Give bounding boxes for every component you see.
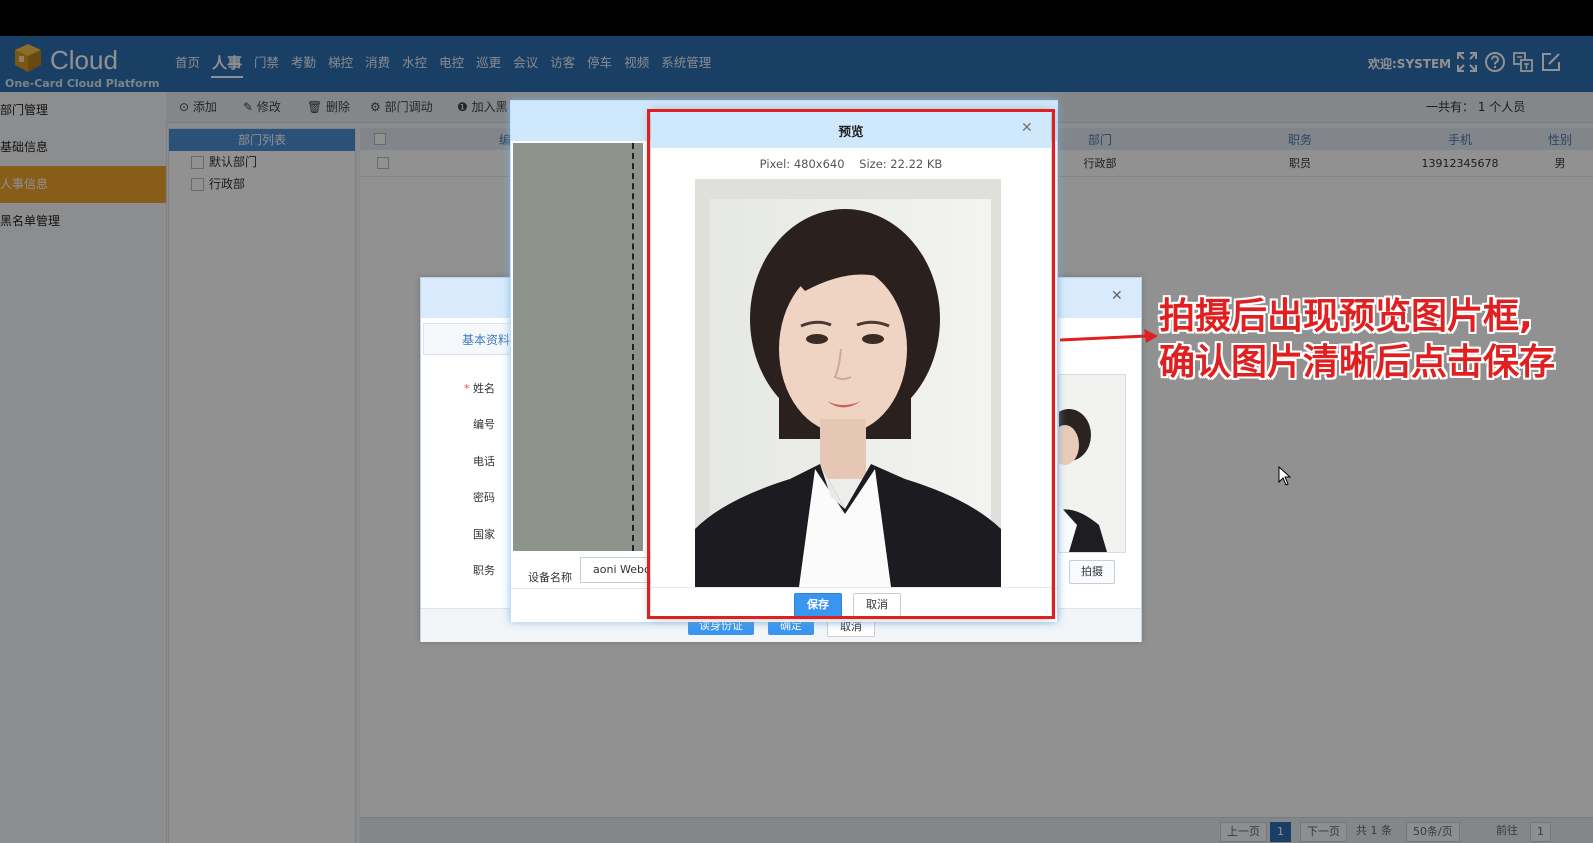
required-mark: * [464, 382, 470, 395]
field-label-number: 编号 [473, 418, 495, 431]
close-icon[interactable]: ✕ [1111, 288, 1123, 304]
mouse-cursor-icon [1278, 466, 1292, 486]
app-window: Cloud One-Card Cloud Platform 首页 人事 门禁 考勤 梯控… [0, 36, 1593, 843]
employee-photo-thumbnail [1059, 375, 1125, 552]
camera-video-feed [513, 143, 643, 551]
field-label-text: 姓名 [473, 382, 495, 395]
screen-top-bar [0, 0, 1593, 36]
capture-guide-line [632, 143, 634, 551]
highlight-box [647, 109, 1055, 619]
field-label-phone: 电话 [473, 455, 495, 468]
field-label-country: 国家 [473, 528, 495, 541]
tab-label: 基本资料 [462, 333, 511, 347]
field-label-password: 密码 [473, 491, 495, 504]
annotation-line-2: 确认图片清晰后点击保存 [1159, 342, 1556, 383]
employee-photo [1058, 374, 1126, 553]
field-label-position: 职务 [473, 564, 495, 577]
shoot-button[interactable]: 拍摄 [1069, 560, 1115, 584]
field-label-name: * 姓名 [461, 380, 495, 396]
annotation-line-1: 拍摄后出现预览图片框, [1159, 296, 1533, 337]
arrow-icon [1060, 329, 1158, 343]
device-name-label: 设备名称 [528, 571, 572, 584]
annotation-text: 拍摄后出现预览图片框, 确认图片清晰后点击保存 [1159, 294, 1589, 386]
